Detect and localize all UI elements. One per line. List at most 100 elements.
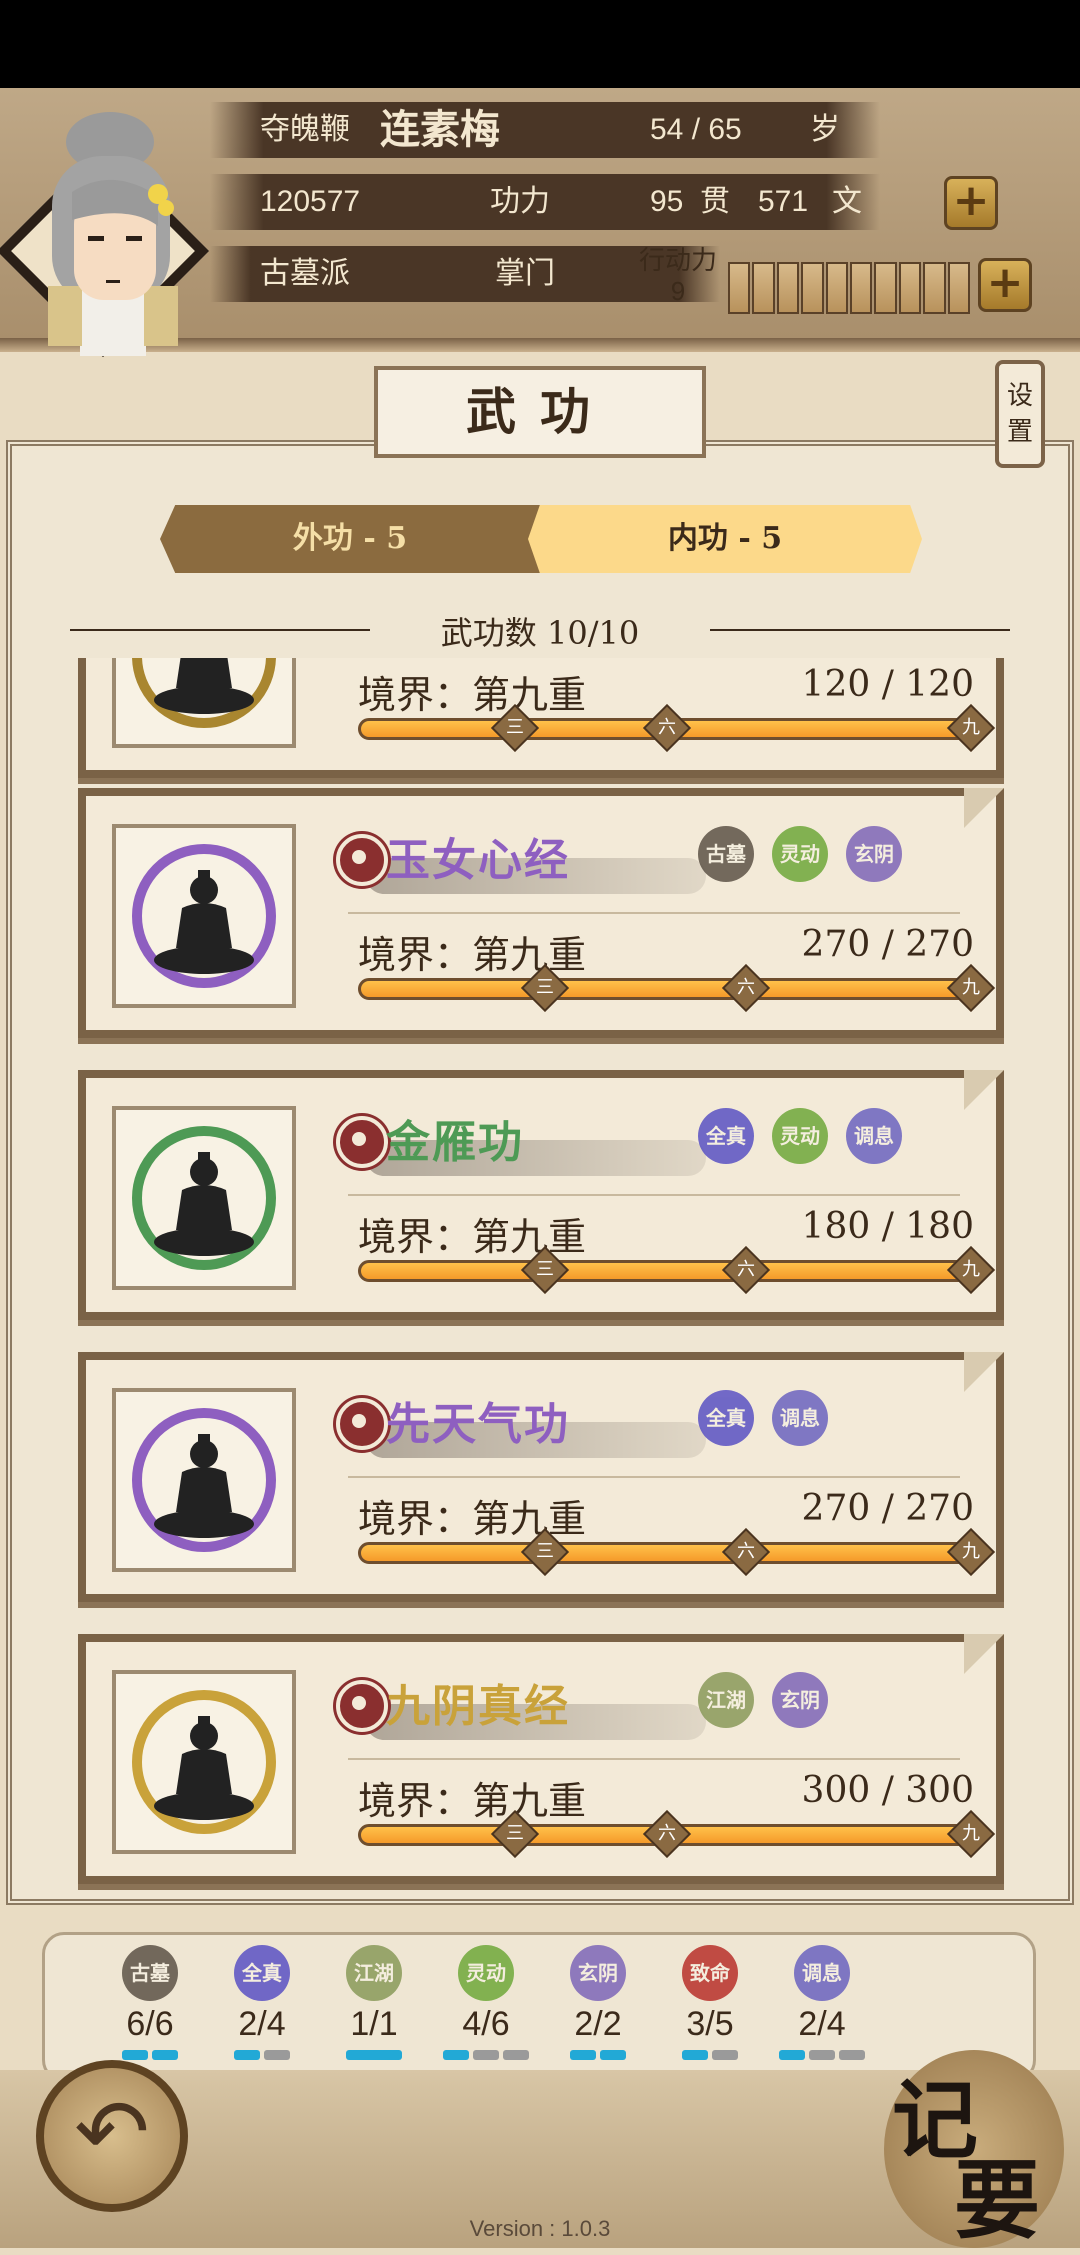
skill-card[interactable]: 玉女心经 古墓 灵动 玄阴 境界：第九重 270 / 270 三六九 xyxy=(78,788,1004,1038)
divider xyxy=(348,1476,960,1478)
summary-tag-icon: 古墓 xyxy=(122,1945,178,2001)
skill-progress-text: 270 / 270 xyxy=(801,1488,974,1529)
tag-summary-item[interactable]: 致命 3/5 xyxy=(655,1945,765,2060)
progress-pip xyxy=(443,2050,469,2060)
skill-count-divider: 武功数 10/10 xyxy=(70,600,1010,660)
skill-tag: 灵动 xyxy=(772,1108,828,1164)
summary-count: 6/6 xyxy=(126,2005,174,2043)
summary-pips xyxy=(319,2050,429,2060)
realm-milestone: 六 xyxy=(721,1245,771,1295)
skill-portrait xyxy=(112,1388,296,1572)
skill-card[interactable]: 境界：第九重 120 / 120 三六九 xyxy=(78,658,1004,778)
skill-card[interactable]: 九阴真经 江湖 玄阴 境界：第九重 300 / 300 三六九 xyxy=(78,1634,1004,1884)
skill-tag: 玄阴 xyxy=(846,826,902,882)
add-money-button[interactable]: + xyxy=(944,176,998,230)
skill-card[interactable]: 先天气功 全真 调息 境界：第九重 270 / 270 三六九 xyxy=(78,1352,1004,1602)
skill-type-icon xyxy=(336,834,388,886)
skill-progress-bar: 三六九 xyxy=(358,703,996,753)
summary-tag-icon: 江湖 xyxy=(346,1945,402,2001)
settings-label: 设置 xyxy=(1006,381,1033,447)
summary-pips xyxy=(207,2050,317,2060)
skill-progress-text: 120 / 120 xyxy=(801,664,974,705)
settings-button[interactable]: 设置 xyxy=(995,360,1045,468)
progress-pip xyxy=(839,2050,865,2060)
skill-name: 金雁功 xyxy=(386,1117,524,1168)
summary-tag-icon: 玄阴 xyxy=(570,1945,626,2001)
avatar[interactable] xyxy=(0,96,210,366)
money-guan: 95 xyxy=(650,185,684,218)
skill-progress-text: 270 / 270 xyxy=(801,924,974,965)
summary-count: 2/4 xyxy=(238,2005,286,2043)
page-fold xyxy=(964,1070,1004,1110)
progress-pip xyxy=(809,2050,835,2060)
tag-summary: 古墓 6/6 全真 2/4 江湖 1/1 灵动 4/6 玄阴 2/2 致命 3/5 调息 2/4 xyxy=(42,1932,1036,2082)
skill-card[interactable]: 金雁功 全真 灵动 调息 境界：第九重 180 / 180 三六九 xyxy=(78,1070,1004,1320)
skill-tag: 灵动 xyxy=(772,826,828,882)
tag-summary-item[interactable]: 江湖 1/1 xyxy=(319,1945,429,2060)
tab-internal-skills[interactable]: 内功 - 5 xyxy=(528,505,922,573)
summary-count: 1/1 xyxy=(350,2005,398,2043)
summary-tag-icon: 调息 xyxy=(794,1945,850,2001)
skill-tags: 全真 灵动 调息 xyxy=(698,1108,902,1164)
page-title: 武功 xyxy=(374,366,706,458)
tag-summary-item[interactable]: 全真 2/4 xyxy=(207,1945,317,2060)
skill-portrait xyxy=(112,1670,296,1854)
summary-count: 2/4 xyxy=(798,2005,846,2043)
summary-tag-icon: 全真 xyxy=(234,1945,290,2001)
avatar-portrait xyxy=(48,112,178,356)
back-button[interactable]: ↶ xyxy=(36,2060,188,2212)
summary-count: 2/2 xyxy=(574,2005,622,2043)
tab-external-skills[interactable]: 外功 - 5 xyxy=(160,505,540,573)
meditation-silhouette-icon xyxy=(154,1434,254,1538)
realm-milestone: 九 xyxy=(946,1245,996,1295)
power-row: 120577 功力 95 贯 571 文 xyxy=(210,174,880,230)
stamina-label-block: 行动力 9 xyxy=(628,246,728,306)
tag-summary-item[interactable]: 古墓 6/6 xyxy=(95,1945,205,2060)
summary-tag-icon: 灵动 xyxy=(458,1945,514,2001)
tag-summary-item[interactable]: 调息 2/4 xyxy=(767,1945,877,2060)
realm-milestone: 九 xyxy=(946,963,996,1013)
summary-tag-icon: 致命 xyxy=(682,1945,738,2001)
realm-milestone: 六 xyxy=(721,1527,771,1577)
realm-milestone: 六 xyxy=(642,1809,692,1859)
name-row: 夺魄鞭 连素梅 54 / 65 岁 xyxy=(210,102,880,158)
summary-pips xyxy=(655,2050,765,2060)
summary-pips xyxy=(767,2050,877,2060)
skill-tags: 江湖 玄阴 xyxy=(698,1672,828,1728)
skill-progress-bar: 三六九 xyxy=(358,1809,996,1859)
skill-progress-bar: 三六九 xyxy=(358,1527,996,1577)
money-guan-unit: 贯 xyxy=(700,184,730,219)
progress-pip xyxy=(264,2050,290,2060)
progress-pip xyxy=(779,2050,805,2060)
age-value: 54 / 65 xyxy=(650,113,742,146)
realm-milestone: 九 xyxy=(946,1809,996,1859)
summary-count: 4/6 xyxy=(462,2005,510,2043)
page-fold xyxy=(964,1352,1004,1392)
meditation-silhouette-icon xyxy=(154,1152,254,1256)
tag-summary-item[interactable]: 灵动 4/6 xyxy=(431,1945,541,2060)
realm-milestone: 九 xyxy=(946,703,996,753)
skill-list[interactable]: 境界：第九重 120 / 120 三六九玉女心经 古墓 灵动 玄阴 境界：第九重 270 / … xyxy=(78,658,1004,1890)
skill-progress-bar: 三六九 xyxy=(358,963,996,1013)
title-label: 夺魄鞭 xyxy=(260,112,350,147)
progress-pip xyxy=(122,2050,148,2060)
progress-pip xyxy=(682,2050,708,2060)
progress-pip xyxy=(712,2050,738,2060)
stamina-value: 9 xyxy=(670,276,686,306)
meditation-silhouette-icon xyxy=(154,658,254,714)
power-value: 120577 xyxy=(260,185,361,218)
tag-summary-item[interactable]: 玄阴 2/2 xyxy=(543,1945,653,2060)
skill-tags: 古墓 灵动 玄阴 xyxy=(698,826,902,882)
divider xyxy=(348,912,960,914)
add-stamina-button[interactable]: + xyxy=(978,258,1032,312)
progress-pip xyxy=(600,2050,626,2060)
skill-tag: 全真 xyxy=(698,1108,754,1164)
skill-tag: 玄阴 xyxy=(772,1672,828,1728)
realm-milestone: 九 xyxy=(946,1527,996,1577)
skill-portrait xyxy=(112,1106,296,1290)
meditation-silhouette-icon xyxy=(154,870,254,974)
stamina-bar xyxy=(728,262,971,314)
progress-pip xyxy=(570,2050,596,2060)
realm-milestone: 六 xyxy=(642,703,692,753)
divider xyxy=(348,1758,960,1760)
